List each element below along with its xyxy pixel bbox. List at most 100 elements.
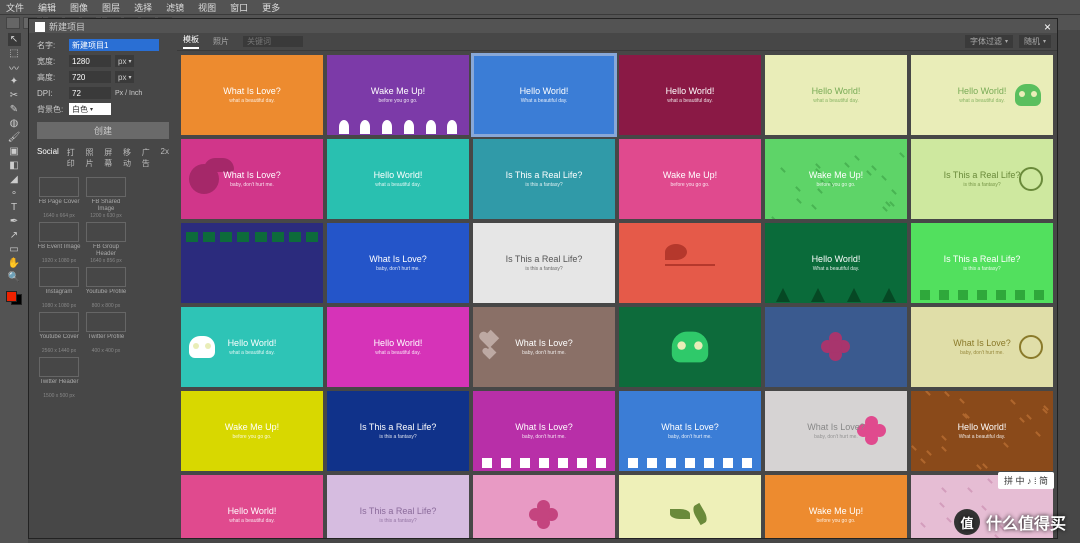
template-card[interactable]: Wake Me Up!before you go go. bbox=[765, 475, 907, 538]
template-card[interactable] bbox=[765, 307, 907, 387]
name-input[interactable] bbox=[69, 39, 159, 51]
create-button[interactable]: 创建 bbox=[37, 122, 169, 139]
crop-tool[interactable]: ✂ bbox=[8, 89, 21, 102]
template-card[interactable]: What Is Love?baby, don't hurt me. bbox=[327, 223, 469, 303]
preset-item[interactable]: Twitter Profile400 x 400 px bbox=[84, 312, 128, 354]
brush-tool[interactable]: 🖌 bbox=[8, 131, 21, 144]
template-card[interactable]: Hello World!what a beautiful day. bbox=[181, 307, 323, 387]
bg-select[interactable]: 白色 bbox=[69, 103, 111, 115]
menu-item[interactable]: 更多 bbox=[262, 1, 280, 14]
template-card[interactable]: Hello World!what a beautiful day. bbox=[327, 139, 469, 219]
template-card[interactable]: Hello World!What a beautiful day. bbox=[473, 55, 615, 135]
sort-dropdown[interactable]: 随机 bbox=[1019, 35, 1051, 48]
template-card[interactable]: What Is Love?baby, don't hurt me. bbox=[473, 391, 615, 471]
height-label: 高度: bbox=[37, 72, 65, 83]
template-card[interactable]: .acorn::before{background:#a52869}What I… bbox=[181, 139, 323, 219]
bg-label: 背景色: bbox=[37, 104, 65, 115]
width-unit[interactable]: px bbox=[115, 55, 134, 67]
pen-tool[interactable]: ✒ bbox=[8, 215, 21, 228]
menu-item[interactable]: 滤镜 bbox=[166, 1, 184, 14]
preset-tab[interactable]: 屏幕 bbox=[104, 147, 115, 169]
preset-item[interactable]: Youtube Profile800 x 800 px bbox=[84, 267, 128, 309]
menu-item[interactable]: 编辑 bbox=[38, 1, 56, 14]
lasso-tool[interactable]: 〰 bbox=[8, 61, 21, 74]
preset-item[interactable]: FB Group Header1640 x 856 px bbox=[84, 222, 128, 264]
hand-tool[interactable]: ✋ bbox=[8, 257, 21, 270]
template-card[interactable]: Is This a Real Life?is this a fantasy? bbox=[473, 223, 615, 303]
zoom-tool[interactable]: 🔍 bbox=[8, 271, 21, 284]
template-card[interactable]: Is This a Real Life?is this a fantasy? bbox=[911, 139, 1053, 219]
height-input[interactable] bbox=[69, 71, 111, 83]
template-card[interactable] bbox=[619, 475, 761, 538]
close-icon[interactable]: × bbox=[1044, 20, 1051, 34]
tab-templates[interactable]: 模板 bbox=[183, 34, 199, 49]
template-card[interactable]: Hello World!what a beautiful day. bbox=[327, 307, 469, 387]
tab-photos[interactable]: 照片 bbox=[213, 36, 229, 47]
heal-tool[interactable]: ◍ bbox=[8, 117, 21, 130]
template-card[interactable]: Wake Me Up!before you go go. bbox=[181, 391, 323, 471]
template-card[interactable] bbox=[473, 475, 615, 538]
stamp-tool[interactable]: ▣ bbox=[8, 145, 21, 158]
preset-item[interactable]: FB Event Image1920 x 1080 px bbox=[37, 222, 81, 264]
blur-tool[interactable]: ∘ bbox=[8, 187, 21, 200]
template-card[interactable]: Is This a Real Life?is this a fantasy? bbox=[473, 139, 615, 219]
preset-item[interactable]: Youtube Cover2560 x 1440 px bbox=[37, 312, 81, 354]
template-card[interactable]: Is This a Real Life?is this a fantasy? bbox=[327, 475, 469, 538]
shape-tool[interactable]: ▭ bbox=[8, 243, 21, 256]
menu-item[interactable]: 图像 bbox=[70, 1, 88, 14]
opt-icon[interactable] bbox=[6, 17, 20, 29]
height-unit[interactable]: px bbox=[115, 71, 134, 83]
width-input[interactable] bbox=[69, 55, 111, 67]
gradient-tool[interactable]: ◢ bbox=[8, 173, 21, 186]
template-card[interactable]: Hello World!What a beautiful day. bbox=[911, 391, 1053, 471]
menu-item[interactable]: 选择 bbox=[134, 1, 152, 14]
menu-item[interactable]: 视图 bbox=[198, 1, 216, 14]
template-card[interactable]: What Is Love?baby, don't hurt me. bbox=[765, 391, 907, 471]
template-card[interactable] bbox=[619, 223, 761, 303]
template-card[interactable]: Wake Me Up!before you go go. bbox=[765, 139, 907, 219]
preset-item[interactable]: Twitter Header1500 x 500 px bbox=[37, 357, 81, 399]
template-card[interactable]: Is This a Real Life?is this a fantasy? bbox=[911, 223, 1053, 303]
preset-tab[interactable]: Social bbox=[37, 147, 59, 169]
preset-item[interactable]: FB Shared Image1200 x 630 px bbox=[84, 177, 128, 219]
template-card[interactable] bbox=[619, 307, 761, 387]
template-card[interactable]: What Is Love?baby, don't hurt me. bbox=[619, 391, 761, 471]
template-card[interactable]: Hello World!what a beautiful day. bbox=[181, 475, 323, 538]
template-card[interactable]: Wake Me Up!before you go go. bbox=[619, 139, 761, 219]
menu-item[interactable]: 图层 bbox=[102, 1, 120, 14]
template-card[interactable]: What Is Love?baby, don't hurt me. bbox=[473, 307, 615, 387]
erase-tool[interactable]: ◧ bbox=[8, 159, 21, 172]
menu-item[interactable]: 窗口 bbox=[230, 1, 248, 14]
new-project-dialog: 新建项目 × 名字: 宽度: px 高度: px DPI: Px / Inch bbox=[28, 18, 1058, 539]
template-card[interactable]: Is This a Real Life?is this a fantasy? bbox=[327, 391, 469, 471]
wand-tool[interactable]: ✦ bbox=[8, 75, 21, 88]
preset-item[interactable]: FB Page Cover1640 x 664 px bbox=[37, 177, 81, 219]
search-input[interactable] bbox=[243, 36, 303, 47]
template-card[interactable]: Hello World!What a beautiful day. bbox=[765, 223, 907, 303]
template-card[interactable] bbox=[181, 223, 323, 303]
color-swatch[interactable] bbox=[6, 291, 22, 305]
preset-tab[interactable]: 广告 bbox=[142, 147, 153, 169]
preset-tab[interactable]: 移动 bbox=[123, 147, 134, 169]
eyedrop-tool[interactable]: ✎ bbox=[8, 103, 21, 116]
template-card[interactable]: What Is Love?baby, don't hurt me. bbox=[911, 307, 1053, 387]
preset-tab[interactable]: 2x bbox=[161, 147, 169, 169]
preset-tab[interactable]: 打印 bbox=[67, 147, 78, 169]
dpi-input[interactable] bbox=[69, 87, 111, 99]
menu-item[interactable]: 文件 bbox=[6, 1, 24, 14]
tools-panel: ↖ ⬚ 〰 ✦ ✂ ✎ ◍ 🖌 ▣ ◧ ◢ ∘ T ✒ ↗ ▭ ✋ 🔍 bbox=[0, 30, 28, 543]
filter-dropdown[interactable]: 字体过滤 bbox=[965, 35, 1013, 48]
template-card[interactable]: What Is Love?what a beautiful day. bbox=[181, 55, 323, 135]
ime-toolbar[interactable]: 拼 中 ♪ ⁞ 简 bbox=[998, 472, 1054, 489]
preset-tab[interactable]: 照片 bbox=[86, 147, 97, 169]
move-tool[interactable]: ↖ bbox=[8, 33, 21, 46]
select-tool[interactable]: ⬚ bbox=[8, 47, 21, 60]
template-card[interactable]: Hello World!what a beautiful day. bbox=[619, 55, 761, 135]
path-tool[interactable]: ↗ bbox=[8, 229, 21, 242]
gallery-tabs: 模板 照片 字体过滤 随机 bbox=[177, 33, 1057, 51]
template-card[interactable]: Hello World!what a beautiful day. bbox=[765, 55, 907, 135]
preset-item[interactable]: Instagram1080 x 1080 px bbox=[37, 267, 81, 309]
template-card[interactable]: .skull::before,.skull::after{background:… bbox=[911, 55, 1053, 135]
template-card[interactable]: Wake Me Up!before you go go. bbox=[327, 55, 469, 135]
type-tool[interactable]: T bbox=[8, 201, 21, 214]
